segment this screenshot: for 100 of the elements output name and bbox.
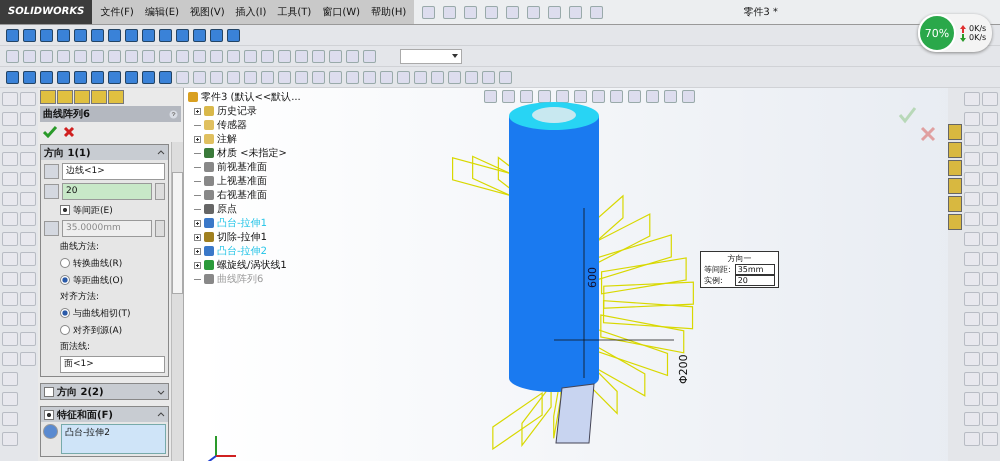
radio-button[interactable]	[60, 258, 70, 268]
menu-item[interactable]: 视图(V)	[190, 5, 225, 19]
tool-icon[interactable]	[193, 28, 206, 42]
confirm-icon[interactable]	[898, 107, 916, 124]
task-pane-tab[interactable]	[948, 196, 962, 212]
view-tool-icon[interactable]	[520, 90, 533, 103]
callout-field[interactable]: 35mm	[734, 264, 775, 275]
cancel-icon[interactable]	[920, 126, 936, 142]
tool-icon[interactable]	[176, 28, 189, 42]
view-tool-icon[interactable]	[664, 90, 677, 103]
expand-icon[interactable]	[194, 234, 201, 240]
radio-button[interactable]	[60, 308, 70, 318]
callout-field[interactable]: 20	[734, 275, 775, 286]
tool-icon[interactable]	[6, 70, 19, 84]
expand-icon[interactable]	[194, 108, 201, 114]
tool-icon[interactable]	[91, 70, 104, 84]
scrollbar[interactable]	[171, 142, 183, 461]
group-title: 方向 1(1)	[44, 146, 92, 160]
chevron-icon[interactable]	[157, 148, 165, 156]
tool-icon[interactable]	[210, 28, 223, 42]
menu-item[interactable]: 插入(I)	[236, 5, 266, 19]
expand-icon[interactable]	[194, 262, 201, 268]
tree-item[interactable]: 零件3 (默认<<默认...	[201, 90, 301, 104]
view-tool-icon[interactable]	[646, 90, 659, 103]
radio-button[interactable]	[60, 325, 70, 335]
checkbox[interactable]	[44, 410, 54, 420]
task-pane-tab[interactable]	[948, 178, 962, 194]
dimension-label[interactable]: 600	[586, 267, 599, 288]
view-tool-icon[interactable]	[610, 90, 623, 103]
tool-icon[interactable]	[23, 70, 36, 84]
expand-icon[interactable]	[194, 220, 201, 226]
tree-item[interactable]: 切除-拉伸1	[217, 230, 267, 244]
task-pane-tab[interactable]	[948, 160, 962, 176]
menu-item[interactable]: 文件(F)	[100, 5, 134, 19]
panel-tab[interactable]	[74, 90, 90, 104]
tree-item[interactable]: 历史记录	[217, 104, 257, 118]
tool-icon[interactable]	[125, 28, 138, 42]
list-item[interactable]: 凸台-拉伸2	[65, 426, 162, 439]
tree-item[interactable]: 原点	[217, 202, 237, 216]
checkbox[interactable]	[44, 386, 54, 396]
expand-icon[interactable]	[194, 248, 201, 254]
tree-item[interactable]: 前视基准面	[217, 160, 267, 174]
dimension-label[interactable]: Φ200	[677, 354, 690, 384]
spin-button[interactable]	[155, 220, 165, 237]
tool-icon[interactable]	[57, 28, 70, 42]
tree-item[interactable]: 螺旋线/涡状线1	[217, 258, 287, 272]
view-tool-icon[interactable]	[682, 90, 695, 103]
tree-item[interactable]: 右视基准面	[217, 188, 267, 202]
menu-item[interactable]: 窗口(W)	[322, 5, 360, 19]
view-tool-icon[interactable]	[592, 90, 605, 103]
tool-icon[interactable]	[23, 28, 36, 42]
tool-icon[interactable]	[40, 28, 53, 42]
dropdown-field[interactable]	[400, 48, 462, 64]
view-tool-icon[interactable]	[502, 90, 515, 103]
tool-icon[interactable]	[74, 28, 87, 42]
chevron-icon[interactable]	[157, 410, 165, 418]
tool-icon[interactable]	[142, 28, 155, 42]
tool-icon[interactable]	[91, 28, 104, 42]
tool-icon[interactable]	[108, 70, 121, 84]
spin-button[interactable]	[155, 183, 165, 200]
tree-item[interactable]: 传感器	[217, 118, 247, 132]
tool-icon[interactable]	[108, 28, 121, 42]
tool-icon[interactable]	[125, 70, 138, 84]
tree-item[interactable]: 材质 <未指定>	[217, 146, 287, 160]
tree-item[interactable]: 注解	[217, 132, 237, 146]
count-field[interactable]: 20	[62, 183, 152, 200]
edge-field[interactable]: 边线<1>	[62, 163, 165, 180]
panel-tab[interactable]	[108, 90, 124, 104]
task-pane-tab[interactable]	[948, 124, 962, 140]
tool-icon[interactable]	[227, 28, 240, 42]
ok-icon[interactable]	[43, 126, 57, 138]
view-tool-icon[interactable]	[484, 90, 497, 103]
radio-button[interactable]	[60, 275, 70, 285]
scroll-thumb[interactable]	[172, 172, 183, 294]
tool-icon[interactable]	[6, 28, 19, 42]
panel-tab[interactable]	[91, 90, 107, 104]
tool-icon[interactable]	[40, 70, 53, 84]
chevron-icon[interactable]	[157, 388, 165, 396]
view-tool-icon[interactable]	[628, 90, 641, 103]
tool-icon[interactable]	[159, 70, 172, 84]
menu-item[interactable]: 帮助(H)	[371, 5, 406, 19]
tool-icon[interactable]	[74, 70, 87, 84]
menu-item[interactable]: 工具(T)	[277, 5, 312, 19]
tool-icon[interactable]	[159, 28, 172, 42]
expand-icon[interactable]	[194, 136, 201, 142]
close-icon[interactable]	[63, 126, 75, 138]
help-icon[interactable]	[169, 110, 178, 118]
checkbox[interactable]	[60, 205, 70, 215]
panel-tab[interactable]	[57, 90, 73, 104]
panel-tab[interactable]	[40, 90, 56, 104]
view-tool-icon[interactable]	[574, 90, 587, 103]
view-tool-icon[interactable]	[538, 90, 551, 103]
tree-item[interactable]: 上视基准面	[217, 174, 267, 188]
tool-icon[interactable]	[57, 70, 70, 84]
tool-icon[interactable]	[142, 70, 155, 84]
task-pane-tab[interactable]	[948, 214, 962, 230]
menu-item[interactable]: 编辑(E)	[144, 5, 179, 19]
task-pane-tab[interactable]	[948, 142, 962, 158]
view-tool-icon[interactable]	[556, 90, 569, 103]
face-field[interactable]: 面<1>	[60, 356, 165, 373]
